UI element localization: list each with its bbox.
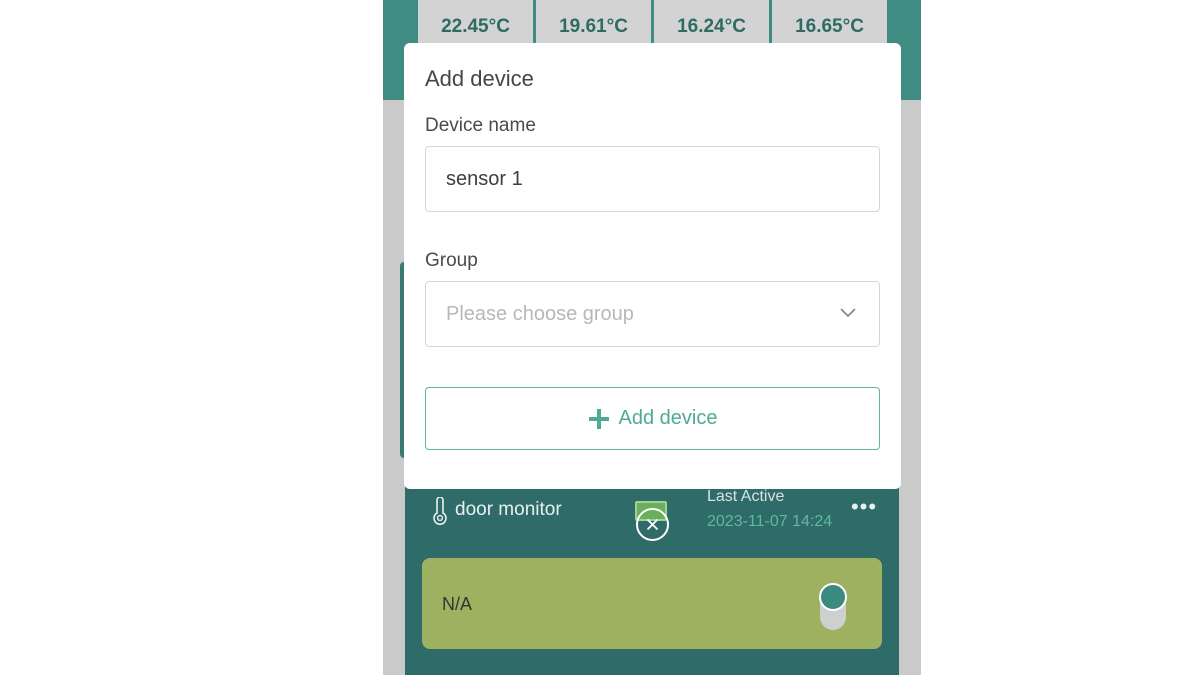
temperature-tile[interactable]: 22.45°C (418, 0, 533, 43)
last-active-time: 2023-11-07 14:24 (707, 513, 833, 530)
group-placeholder: Please choose group (446, 303, 634, 325)
close-icon (646, 518, 659, 531)
temperature-tile[interactable]: 19.61°C (536, 0, 651, 43)
device-toggle[interactable] (819, 583, 847, 630)
temperature-tile[interactable]: 16.65°C (772, 0, 887, 43)
reading-panel: N/A (422, 558, 882, 649)
chevron-down-icon (840, 308, 856, 318)
close-dialog-button[interactable] (636, 508, 669, 541)
more-options-button[interactable]: ••• (849, 496, 879, 520)
device-name-label: Device name (425, 115, 536, 136)
add-device-button-label: Add device (618, 407, 718, 429)
device-name: door monitor (455, 499, 562, 520)
add-device-button[interactable]: Add device (425, 387, 880, 450)
temperature-tile[interactable]: 16.24°C (654, 0, 769, 43)
add-device-dialog: Add device Device name sensor 1 Group Pl… (404, 43, 901, 489)
thermometer-icon (433, 497, 447, 525)
dialog-title: Add device (425, 66, 534, 91)
temperature-row: 22.45°C 19.61°C 16.24°C 16.65°C (418, 0, 888, 43)
device-card[interactable]: door monitor Last Active 2023-11-07 14:2… (405, 470, 899, 675)
toggle-knob (819, 583, 847, 611)
reading-value: N/A (442, 594, 473, 614)
last-active-label: Last Active (707, 488, 785, 505)
device-name-input[interactable]: sensor 1 (425, 146, 880, 212)
plus-icon (588, 408, 609, 429)
group-label: Group (425, 250, 478, 271)
group-select[interactable]: Please choose group (425, 281, 880, 347)
